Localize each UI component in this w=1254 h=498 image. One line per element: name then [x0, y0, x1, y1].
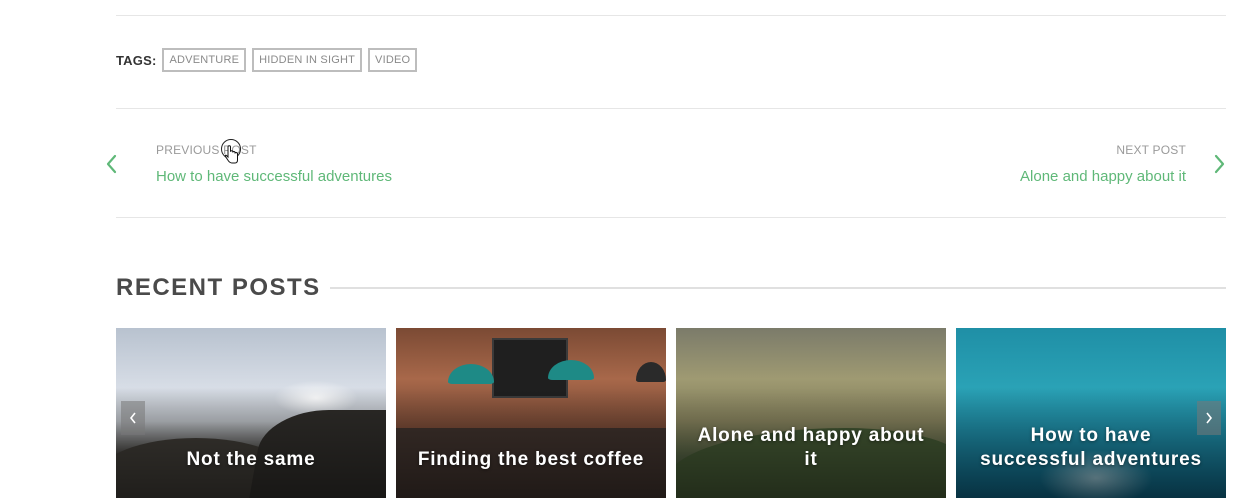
recent-post-card[interactable]: Alone and happy about it — [676, 328, 946, 498]
tags-row: TAGS: ADVENTURE HIDDEN IN SIGHT VIDEO — [116, 48, 418, 72]
recent-posts-heading: RECENT POSTS — [116, 274, 321, 301]
tag-adventure[interactable]: ADVENTURE — [162, 48, 247, 72]
tag-video[interactable]: VIDEO — [368, 48, 418, 72]
carousel-next-button[interactable] — [1197, 401, 1221, 435]
next-post-arrow[interactable] — [1212, 154, 1228, 174]
chevron-left-icon — [129, 412, 136, 424]
card-title[interactable]: How to have successful adventures — [976, 424, 1206, 472]
carousel-prev-button[interactable] — [121, 401, 145, 435]
divider-top — [116, 15, 1226, 16]
recent-post-card[interactable]: Not the same — [116, 328, 386, 498]
previous-post-label: PREVIOUS POST — [156, 143, 257, 157]
hand-pointer-cursor-icon — [221, 139, 241, 164]
divider-middle — [116, 108, 1226, 109]
recent-posts-carousel: Not the same Finding the best coffee Alo… — [116, 328, 1226, 498]
previous-post-link[interactable]: PREVIOUS POST How to have successful adv… — [156, 143, 392, 186]
tags-label: TAGS: — [116, 52, 157, 68]
chevron-right-icon — [1214, 154, 1225, 174]
next-post-label: NEXT POST — [1116, 143, 1186, 157]
card-title[interactable]: Not the same — [136, 448, 366, 472]
tag-hidden-in-sight[interactable]: HIDDEN IN SIGHT — [252, 48, 363, 72]
card-title[interactable]: Alone and happy about it — [696, 424, 926, 472]
chevron-left-icon — [106, 154, 117, 174]
recent-posts-rule — [330, 287, 1226, 289]
divider-bottom — [116, 217, 1226, 218]
card-title[interactable]: Finding the best coffee — [416, 448, 646, 472]
next-post-link[interactable]: NEXT POST Alone and happy about it — [1020, 143, 1186, 186]
recent-post-card[interactable]: How to have successful adventures — [956, 328, 1226, 498]
page: TAGS: ADVENTURE HIDDEN IN SIGHT VIDEO PR… — [0, 0, 1254, 498]
previous-post-arrow[interactable] — [103, 154, 119, 174]
next-post-title[interactable]: Alone and happy about it — [1020, 168, 1186, 186]
recent-post-card[interactable]: Finding the best coffee — [396, 328, 666, 498]
chevron-right-icon — [1206, 412, 1213, 424]
previous-post-title[interactable]: How to have successful adventures — [156, 168, 392, 186]
